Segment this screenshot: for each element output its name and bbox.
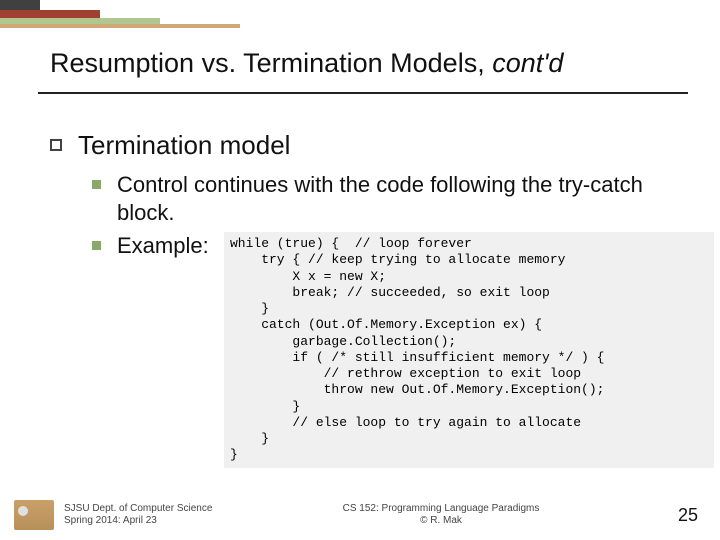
bullet-level1: Termination model (50, 130, 690, 161)
lvl2-text: Control continues with the code followin… (117, 171, 690, 226)
square-open-icon (50, 139, 62, 151)
footer-copyright: © R. Mak (244, 515, 638, 527)
footer-left: SJSU Dept. of Computer Science Spring 20… (64, 503, 244, 527)
lvl1-text: Termination model (78, 130, 290, 161)
footer-date: Spring 2014: April 23 (64, 515, 244, 527)
code-block: while (true) { // loop forever try { // … (224, 232, 714, 468)
sjsu-logo-icon (14, 500, 54, 530)
footer-course: CS 152: Programming Language Paradigms (244, 503, 638, 515)
square-fill-icon (92, 180, 101, 189)
lvl2-text: Example: (117, 232, 209, 260)
title-main: Resumption vs. Termination Models, (50, 48, 492, 78)
footer-center: CS 152: Programming Language Paradigms ©… (244, 503, 638, 527)
decor-stripe (0, 10, 100, 18)
title-underline (38, 92, 688, 94)
slide: Resumption vs. Termination Models, cont'… (0, 0, 720, 540)
slide-title: Resumption vs. Termination Models, cont'… (50, 48, 680, 79)
footer-dept: SJSU Dept. of Computer Science (64, 503, 244, 515)
square-fill-icon (92, 241, 101, 250)
decor-stripe (0, 0, 40, 10)
bullet-level2: Control continues with the code followin… (92, 171, 690, 226)
title-contd: cont'd (492, 48, 563, 78)
page-number: 25 (638, 505, 698, 526)
footer: SJSU Dept. of Computer Science Spring 20… (0, 500, 720, 530)
decor-stripe (0, 24, 240, 28)
